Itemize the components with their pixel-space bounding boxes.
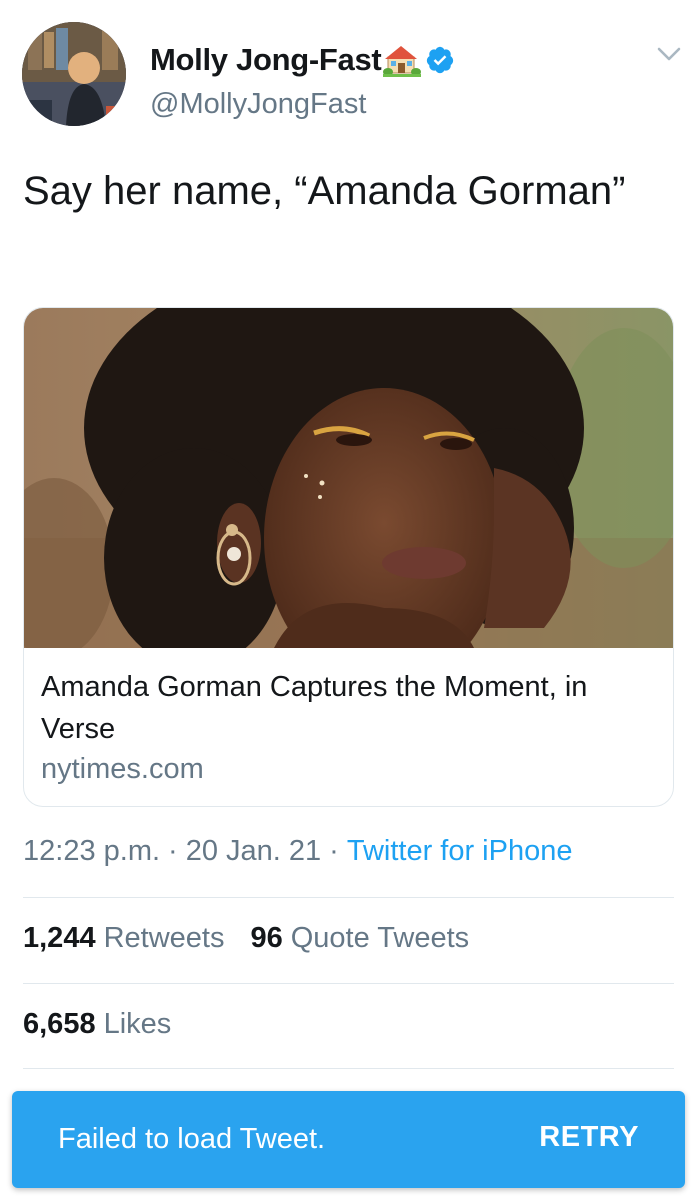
card-image[interactable] <box>24 308 673 648</box>
meta-separator: · <box>168 835 178 867</box>
divider <box>23 983 674 984</box>
meta-separator: · <box>329 835 339 867</box>
tweet-meta: 12:23 p.m. · 20 Jan. 21 · Twitter for iP… <box>23 835 572 868</box>
avatar[interactable] <box>22 22 126 126</box>
house-with-garden-icon <box>383 46 422 77</box>
quote-tweets-count: 96 <box>250 922 283 954</box>
retry-button[interactable]: RETRY <box>539 1121 639 1154</box>
tweet-date: 20 Jan. 21 <box>185 835 322 867</box>
author-display-name[interactable]: Molly Jong-Fast <box>150 42 382 78</box>
error-toast: Failed to load Tweet. RETRY <box>12 1091 685 1188</box>
quote-tweets-stat[interactable]: 96 Quote Tweets <box>250 922 469 955</box>
retweet-quote-stats: 1,244 Retweets 96 Quote Tweets <box>23 922 469 955</box>
divider <box>23 897 674 898</box>
likes-stat[interactable]: 6,658 Likes <box>23 1008 171 1041</box>
tweet-header: Molly Jong-Fast @MollyJongFast <box>22 22 682 134</box>
verified-badge-icon <box>427 46 454 74</box>
likes-label: Likes <box>103 1008 172 1040</box>
tweet-source-link[interactable]: Twitter for iPhone <box>347 835 573 868</box>
author-name-row: Molly Jong-Fast <box>150 40 455 80</box>
card-title[interactable]: Amanda Gorman Captures the Moment, in Ve… <box>41 666 661 750</box>
retweets-stat[interactable]: 1,244 Retweets <box>23 922 224 955</box>
quote-tweets-label: Quote Tweets <box>290 922 470 954</box>
author-handle[interactable]: @MollyJongFast <box>150 88 366 121</box>
tweet-text: Say her name, “Amanda Gorman” <box>23 169 626 213</box>
retweets-label: Retweets <box>103 922 225 954</box>
likes-count: 6,658 <box>23 1008 96 1040</box>
card-domain: nytimes.com <box>41 753 204 785</box>
toast-message: Failed to load Tweet. <box>58 1123 326 1155</box>
chevron-down-icon[interactable] <box>656 44 682 64</box>
retweets-count: 1,244 <box>23 922 96 954</box>
link-card[interactable]: Amanda Gorman Captures the Moment, in Ve… <box>23 307 674 807</box>
tweet-time: 12:23 p.m. <box>23 835 161 867</box>
likes-stats: 6,658 Likes <box>23 1008 171 1041</box>
divider <box>23 1068 674 1069</box>
